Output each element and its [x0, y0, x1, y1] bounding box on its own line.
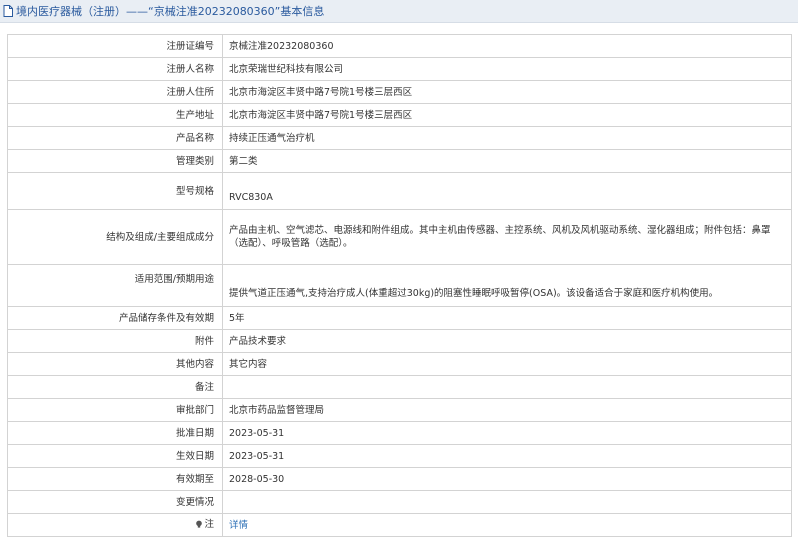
page-title: 境内医疗器械（注册）——“京械注准20232080360”基本信息 — [16, 5, 325, 18]
row-value — [222, 490, 792, 514]
row-label: 产品名称 — [7, 126, 223, 150]
row-value: 产品由主机、空气滤芯、电源线和附件组成。其中主机由传感器、主控系统、风机及风机驱… — [222, 209, 792, 265]
row-value: 2023-05-31 — [222, 421, 792, 445]
table-row: 批准日期 2023-05-31 — [7, 421, 792, 445]
table-row: 结构及组成/主要组成成分 产品由主机、空气滤芯、电源线和附件组成。其中主机由传感… — [7, 209, 792, 265]
details-link[interactable]: 详情 — [229, 520, 248, 531]
row-value: 5年 — [222, 306, 792, 330]
row-value: 提供气道正压通气,支持治疗成人(体重超过30kg)的阻塞性睡眠呼吸暂停(OSA)… — [222, 264, 792, 307]
row-label: 生效日期 — [7, 444, 223, 468]
row-value: 北京市药品监督管理局 — [222, 398, 792, 422]
row-label: 有效期至 — [7, 467, 223, 491]
note-label: 注 — [204, 518, 214, 530]
info-table: 注册证编号 京械注准20232080360 注册人名称 北京荣瑞世纪科技有限公司… — [7, 34, 792, 537]
row-label: 结构及组成/主要组成成分 — [7, 209, 223, 265]
document-icon — [3, 5, 13, 17]
table-row: 注册人名称 北京荣瑞世纪科技有限公司 — [7, 57, 792, 81]
row-value: RVC830A — [222, 172, 792, 210]
row-label: 适用范围/预期用途 — [7, 264, 223, 307]
row-label: 产品储存条件及有效期 — [7, 306, 223, 330]
bulb-icon — [195, 520, 203, 528]
table-row: 生产地址 北京市海淀区丰贤中路7号院1号楼三层西区 — [7, 103, 792, 127]
row-label: 注册人名称 — [7, 57, 223, 81]
row-value: 北京荣瑞世纪科技有限公司 — [222, 57, 792, 81]
row-value: 持续正压通气治疗机 — [222, 126, 792, 150]
table-row: 有效期至 2028-05-30 — [7, 467, 792, 491]
table-row-note: 注 详情 — [7, 513, 792, 537]
row-value: 北京市海淀区丰贤中路7号院1号楼三层西区 — [222, 80, 792, 104]
row-label: 型号规格 — [7, 172, 223, 210]
note-value-cell: 详情 — [222, 513, 792, 537]
row-label: 注册人住所 — [7, 80, 223, 104]
table-row: 管理类别 第二类 — [7, 149, 792, 173]
note-label-cell: 注 — [7, 513, 223, 537]
table-row: 注册证编号 京械注准20232080360 — [7, 34, 792, 58]
row-value: 产品技术要求 — [222, 329, 792, 353]
table-row: 产品储存条件及有效期 5年 — [7, 306, 792, 330]
row-label: 附件 — [7, 329, 223, 353]
table-row: 变更情况 — [7, 490, 792, 514]
row-value: 其它内容 — [222, 352, 792, 376]
table-row: 备注 — [7, 375, 792, 399]
row-value: 北京市海淀区丰贤中路7号院1号楼三层西区 — [222, 103, 792, 127]
table-row: 型号规格 RVC830A — [7, 172, 792, 210]
row-label: 生产地址 — [7, 103, 223, 127]
row-value: 2023-05-31 — [222, 444, 792, 468]
row-label: 其他内容 — [7, 352, 223, 376]
table-row: 审批部门 北京市药品监督管理局 — [7, 398, 792, 422]
row-value: 第二类 — [222, 149, 792, 173]
row-label: 审批部门 — [7, 398, 223, 422]
table-row: 附件 产品技术要求 — [7, 329, 792, 353]
row-label: 注册证编号 — [7, 34, 223, 58]
row-value: 2028-05-30 — [222, 467, 792, 491]
row-label: 管理类别 — [7, 149, 223, 173]
table-row: 其他内容 其它内容 — [7, 352, 792, 376]
table-row: 注册人住所 北京市海淀区丰贤中路7号院1号楼三层西区 — [7, 80, 792, 104]
table-row: 生效日期 2023-05-31 — [7, 444, 792, 468]
row-value — [222, 375, 792, 399]
row-label: 备注 — [7, 375, 223, 399]
row-label: 批准日期 — [7, 421, 223, 445]
row-label: 变更情况 — [7, 490, 223, 514]
table-row: 产品名称 持续正压通气治疗机 — [7, 126, 792, 150]
row-value: 京械注准20232080360 — [222, 34, 792, 58]
page-title-bar: 境内医疗器械（注册）——“京械注准20232080360”基本信息 — [0, 0, 798, 23]
table-row: 适用范围/预期用途 提供气道正压通气,支持治疗成人(体重超过30kg)的阻塞性睡… — [7, 264, 792, 307]
